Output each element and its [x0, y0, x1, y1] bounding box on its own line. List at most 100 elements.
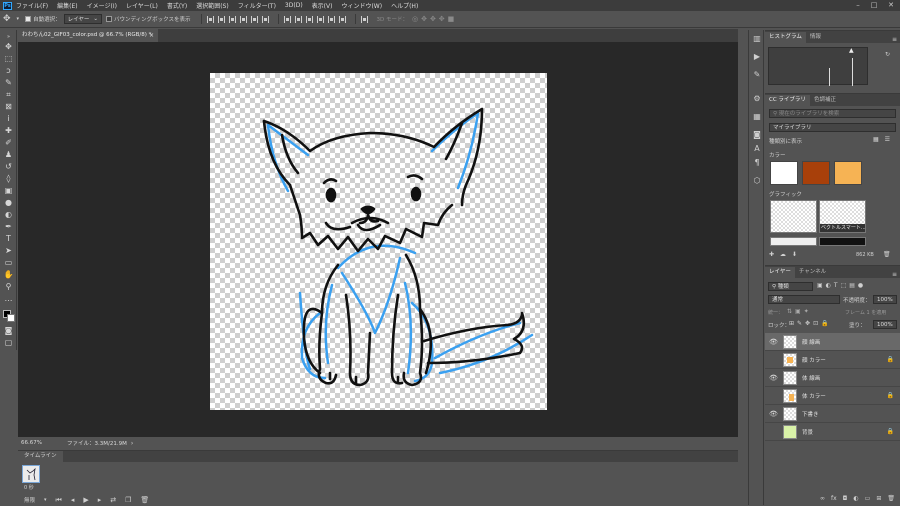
hand-tool-icon[interactable]: ✋ — [3, 270, 14, 280]
library-select[interactable]: マイライブラリ — [769, 123, 896, 132]
type-tool-icon[interactable]: T — [3, 234, 14, 244]
eraser-tool-icon[interactable]: ◊ — [3, 174, 14, 184]
fx-icon[interactable]: fx — [831, 495, 837, 502]
blur-tool-icon[interactable]: ● — [3, 198, 14, 208]
frame-thumbnail[interactable] — [22, 465, 40, 483]
layer-row[interactable]: 👁 下書き — [765, 405, 900, 423]
maximize-icon[interactable]: □ — [867, 0, 881, 11]
graphic-thumbnail[interactable] — [819, 237, 866, 246]
adjustment-layer-icon[interactable]: ◐ — [853, 495, 858, 502]
graphic-thumbnail[interactable] — [770, 237, 817, 246]
opacity-input[interactable]: 100% — [873, 295, 897, 304]
menu-image[interactable]: イメージ(I) — [87, 1, 117, 10]
paragraph-panel-icon[interactable]: ¶ — [752, 158, 762, 168]
play-icon[interactable]: ▶ — [83, 496, 88, 504]
tab-cc-libraries[interactable]: CC ライブラリ — [765, 95, 810, 106]
document-canvas[interactable] — [210, 73, 547, 410]
history-panel-icon[interactable]: ▥ — [752, 34, 762, 44]
close-icon[interactable]: × — [149, 29, 154, 42]
eyedropper-tool-icon[interactable]: ⅰ — [3, 114, 14, 124]
background-color-swatch[interactable] — [7, 314, 15, 322]
menu-type[interactable]: 書式(Y) — [167, 1, 187, 10]
prev-frame-icon[interactable]: ◂ — [71, 496, 75, 504]
libraries-panel-icon[interactable]: ⚙ — [752, 94, 762, 104]
screen-mode-icon[interactable]: ▢ — [3, 338, 14, 348]
graphic-thumbnail[interactable]: ベクトルスマート... — [819, 200, 866, 233]
stamp-tool-icon[interactable]: ♟ — [3, 150, 14, 160]
close-icon[interactable]: ✕ — [884, 0, 898, 11]
crop-tool-icon[interactable]: ⌗ — [3, 90, 14, 100]
distribute-hcenter-icon[interactable] — [328, 15, 336, 23]
layer-kind-filter[interactable]: ⚲ 種類 — [768, 282, 813, 291]
eye-icon[interactable]: 👁 — [769, 338, 778, 346]
tab-histogram[interactable]: ヒストグラム — [765, 32, 806, 43]
mask-icon[interactable]: ◘ — [843, 495, 848, 502]
history-brush-icon[interactable]: ↺ — [3, 162, 14, 172]
distribute-top-icon[interactable] — [284, 15, 292, 23]
move-tool-icon[interactable]: ✥ — [3, 42, 14, 52]
delete-frame-icon[interactable]: 🗑 — [140, 496, 149, 504]
layer-row[interactable]: 体 カラー 🔒 — [765, 387, 900, 405]
duplicate-frame-icon[interactable]: ❐ — [125, 496, 131, 504]
shape-tool-icon[interactable]: ▭ — [3, 258, 14, 268]
chevron-down-icon[interactable]: ▾ — [17, 16, 20, 22]
loop-select[interactable]: 無限 — [24, 496, 35, 504]
gradient-tool-icon[interactable]: ▣ — [3, 186, 14, 196]
adjustments-panel-icon[interactable]: ▦ — [752, 112, 762, 122]
menu-window[interactable]: ウィンドウ(W) — [341, 1, 382, 10]
view-by-label[interactable]: 種類別に表示 — [769, 137, 802, 145]
tween-icon[interactable]: ⇄ — [110, 496, 116, 504]
eye-icon[interactable]: 👁 — [769, 374, 778, 382]
chevron-right-icon[interactable]: › — [131, 440, 133, 447]
folder-icon[interactable]: ▭ — [865, 495, 871, 502]
align-hcenter-icon[interactable] — [251, 15, 259, 23]
eye-icon[interactable] — [769, 356, 777, 364]
quick-mask-icon[interactable]: ◙ — [3, 326, 14, 336]
document-tab[interactable]: わわちん02_GIF03_color.psd @ 66.7% (RGB/8) *… — [18, 29, 158, 42]
color-swatch-brown[interactable] — [802, 161, 830, 185]
3d-panel-icon[interactable]: ⬡ — [752, 176, 762, 186]
lock-icons[interactable]: ⊞✎✥⊡🔒 — [789, 320, 832, 327]
warning-icon[interactable]: ▲ — [849, 47, 854, 54]
tab-channels[interactable]: チャンネル — [795, 267, 830, 278]
properties-panel-icon[interactable]: ✎ — [752, 70, 762, 80]
healing-brush-icon[interactable]: ✚ — [3, 126, 14, 136]
distribute-vcenter-icon[interactable] — [295, 15, 303, 23]
first-frame-icon[interactable]: ⏮ — [56, 496, 62, 505]
path-select-icon[interactable]: ➤ — [3, 246, 14, 256]
align-left-icon[interactable] — [240, 15, 248, 23]
align-top-icon[interactable] — [207, 15, 215, 23]
align-right-icon[interactable] — [262, 15, 270, 23]
distribute-right-icon[interactable] — [339, 15, 347, 23]
color-swatch-white[interactable] — [770, 161, 798, 185]
delete-icon[interactable]: 🗑 — [883, 251, 891, 258]
delete-icon[interactable]: 🗑 — [887, 495, 895, 502]
chevron-down-icon[interactable]: ▾ — [44, 497, 47, 503]
panel-menu-icon[interactable]: ≡ — [892, 271, 897, 278]
graphic-thumbnail[interactable] — [770, 200, 817, 233]
pen-tool-icon[interactable]: ✒ — [3, 222, 14, 232]
unify-icons[interactable]: ⇅▣✦ — [787, 308, 812, 315]
menu-select[interactable]: 選択範囲(S) — [196, 1, 229, 10]
move-tool-icon[interactable]: ✥ — [3, 14, 11, 24]
timeline-tab[interactable]: タイムライン — [18, 451, 63, 462]
character-panel-icon[interactable]: A — [752, 144, 762, 154]
menu-help[interactable]: ヘルプ(H) — [391, 1, 418, 10]
zoom-tool-icon[interactable]: ⚲ — [3, 282, 14, 292]
propagate-label[interactable]: フレーム 1 を適用 — [845, 309, 886, 316]
panel-menu-icon[interactable]: ≡ — [892, 36, 897, 43]
marquee-tool-icon[interactable]: ⬚ — [3, 54, 14, 64]
layer-row[interactable]: 👁 顔 線画 — [765, 333, 900, 351]
menu-view[interactable]: 表示(V) — [312, 1, 333, 10]
next-frame-icon[interactable]: ▸ — [98, 496, 102, 504]
auto-align-icon[interactable] — [361, 15, 369, 23]
tab-info[interactable]: 情報 — [806, 32, 825, 43]
blend-mode-select[interactable]: 通常 — [768, 295, 840, 304]
auto-select-checkbox[interactable] — [25, 16, 32, 22]
dodge-tool-icon[interactable]: ◐ — [3, 210, 14, 220]
menu-3d[interactable]: 3D(D) — [285, 2, 303, 9]
tab-layers[interactable]: レイヤー — [765, 267, 795, 278]
view-toggle-icons[interactable]: ▦ ☰ — [873, 136, 892, 143]
link-icon[interactable]: ∞ — [820, 495, 825, 502]
minimize-icon[interactable]: – — [851, 0, 865, 11]
